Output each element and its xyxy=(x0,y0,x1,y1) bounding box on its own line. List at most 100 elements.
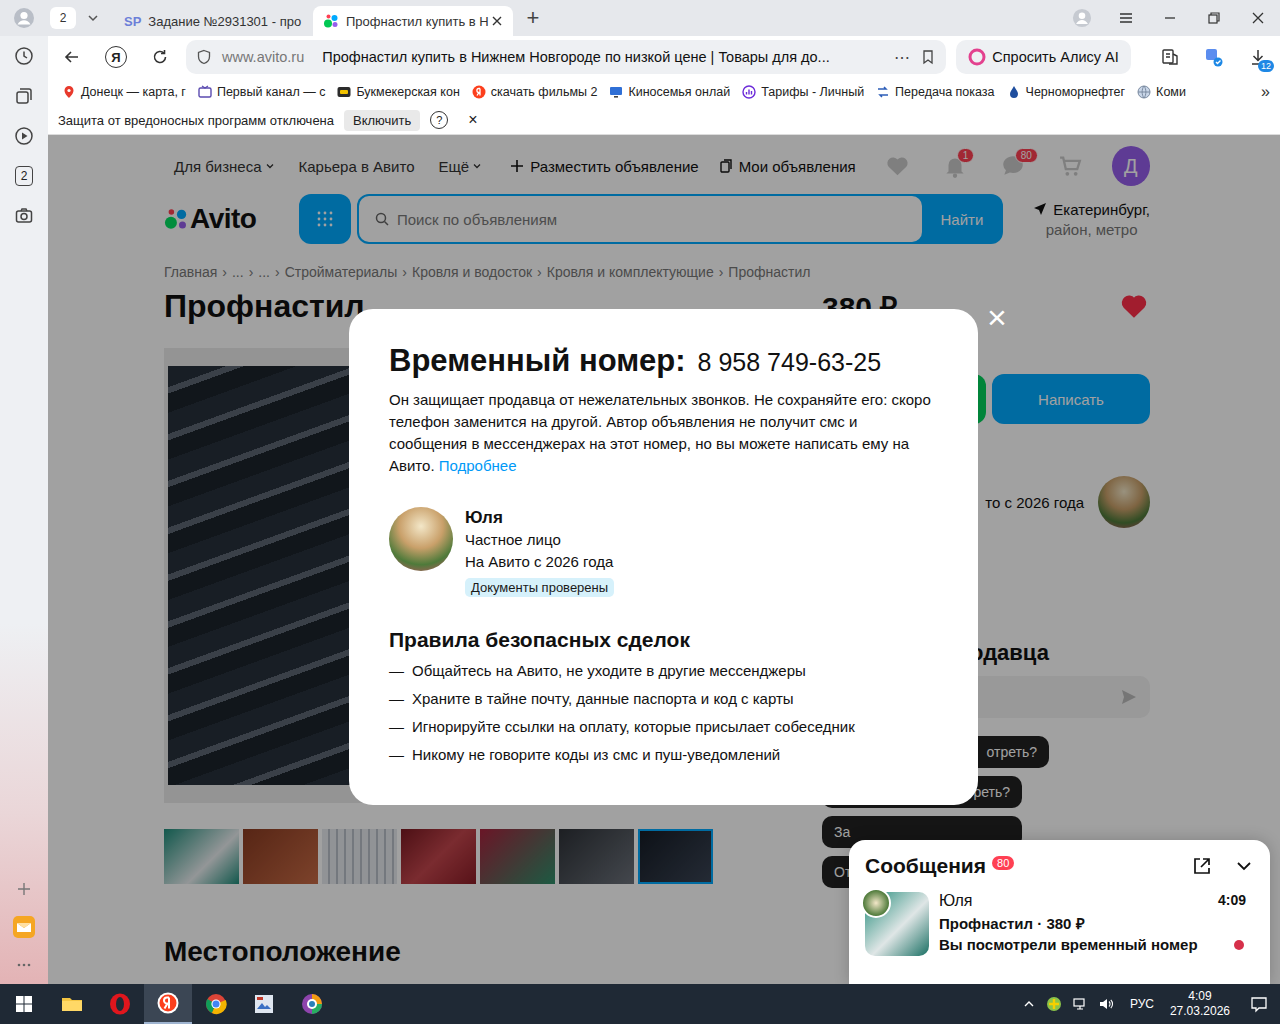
taskbar-app[interactable] xyxy=(240,984,288,1024)
bookmark-item[interactable]: Тарифы - Личный xyxy=(736,85,870,99)
bookmark-item[interactable]: Букмекерская кон xyxy=(331,85,465,99)
open-external-icon[interactable] xyxy=(1192,856,1212,876)
app-icon xyxy=(252,992,276,1016)
bookmark-item[interactable]: Первый канал — с xyxy=(192,85,332,99)
bookmark-item[interactable]: Киносемья онлай xyxy=(603,85,736,99)
close-icon[interactable] xyxy=(491,15,503,27)
tab-count[interactable]: 2 xyxy=(50,7,76,29)
reload-icon xyxy=(151,48,169,66)
notifications-icon[interactable] xyxy=(1250,995,1268,1013)
restore-icon xyxy=(1206,10,1222,26)
folder-icon xyxy=(60,992,84,1016)
collections-button[interactable] xyxy=(0,76,48,116)
more-button[interactable] xyxy=(0,946,48,984)
seller-name[interactable]: Юля xyxy=(465,507,503,529)
taskbar: РУС 4:09 27.03.2026 xyxy=(0,984,1280,1024)
back-button[interactable] xyxy=(52,40,92,74)
yandex-logo: Я xyxy=(105,46,127,68)
translate-button[interactable] xyxy=(1192,40,1236,74)
taskbar-app[interactable] xyxy=(48,984,96,1024)
info-close-button[interactable]: × xyxy=(468,111,477,129)
chrome-icon xyxy=(204,992,228,1016)
add-button[interactable] xyxy=(0,870,48,908)
message-subject: Профнастил · 380 ₽ xyxy=(939,913,1254,933)
taskbar-app[interactable] xyxy=(192,984,240,1024)
taskbar-app[interactable] xyxy=(288,984,336,1024)
message-item[interactable]: Юля 4:09 Профнастил · 380 ₽ Вы посмотрел… xyxy=(865,892,1254,956)
bookmark-item[interactable]: скачать фильмы 2 xyxy=(466,85,604,99)
browser-tab[interactable]: Профнастил купить в Н xyxy=(313,6,513,36)
clock[interactable]: 4:09 27.03.2026 xyxy=(1170,989,1230,1019)
browser-tab[interactable]: SP Задание №2931301 - про xyxy=(114,6,309,36)
restore-button[interactable] xyxy=(1192,0,1236,36)
menu-icon xyxy=(1118,10,1134,26)
bookmark-item[interactable]: Передача показа xyxy=(870,85,1000,99)
rules-title: Правила безопасных сделок xyxy=(389,627,938,653)
bookmark-item[interactable]: Коми xyxy=(1131,85,1192,99)
tab-list-button[interactable] xyxy=(76,11,110,25)
tabs-button[interactable]: 2 xyxy=(0,156,48,196)
taskbar-app[interactable] xyxy=(144,984,192,1024)
tv-icon xyxy=(198,85,212,99)
seller-avatar[interactable] xyxy=(389,507,453,571)
more-link[interactable]: Подробнее xyxy=(439,457,517,474)
tab-title: Профнастил купить в Н xyxy=(346,14,484,29)
browser-main: Я www.avito.ru Профнастил купить в Нижне… xyxy=(48,36,1280,984)
new-tab-button[interactable]: + xyxy=(517,5,549,31)
bookmarks-bar: Донецк — карта, г Первый канал — с Букме… xyxy=(48,78,1280,106)
help-button[interactable]: ? xyxy=(430,111,448,129)
enable-button[interactable]: Включить xyxy=(344,110,420,131)
video-button[interactable] xyxy=(0,116,48,156)
sender-name: Юля xyxy=(939,892,972,910)
drop-icon xyxy=(1007,85,1021,99)
reader-button[interactable] xyxy=(1148,40,1192,74)
history-button[interactable] xyxy=(0,36,48,76)
rules-list: — Общайтесь на Авито, не уходите в други… xyxy=(389,657,938,769)
seller-since: На Авито с 2026 года xyxy=(465,551,613,573)
mail-button[interactable] xyxy=(0,908,48,946)
minimize-button[interactable] xyxy=(1148,0,1192,36)
screenshot-button[interactable] xyxy=(0,196,48,236)
chevron-up-icon[interactable] xyxy=(1022,997,1036,1011)
sidebar-tab-count: 2 xyxy=(15,166,33,186)
browser-body: 2 Я www.avito.ru Профнастил купить в Ниж… xyxy=(0,36,1280,984)
address-bar[interactable]: www.avito.ru Профнастил купить в Нижнем … xyxy=(186,40,946,74)
volume-icon[interactable] xyxy=(1098,996,1114,1012)
account-button[interactable] xyxy=(1060,0,1104,36)
close-window-button[interactable] xyxy=(1236,0,1280,36)
bookmark-item[interactable]: Донецк — карта, г xyxy=(56,85,192,99)
bookmark-label: Передача показа xyxy=(895,85,994,99)
downloads-button[interactable]: 12 xyxy=(1236,40,1280,74)
collapse-icon[interactable] xyxy=(1234,856,1254,876)
reader-icon xyxy=(1160,47,1180,67)
menu-button[interactable] xyxy=(1104,0,1148,36)
alice-icon xyxy=(968,48,986,66)
alice-button[interactable]: Спросить Алису AI xyxy=(956,40,1131,74)
yandex-browser-icon xyxy=(156,991,180,1015)
yandex-button[interactable]: Я xyxy=(96,40,136,74)
taskbar-app[interactable] xyxy=(96,984,144,1024)
phone-number[interactable]: 8 958 749-63-25 xyxy=(698,348,881,377)
messages-count: 80 xyxy=(992,856,1014,870)
seller-card: Юля Частное лицо На Авито с 2026 года До… xyxy=(389,507,938,597)
bookmark-icon[interactable] xyxy=(920,49,936,65)
tab-bar: 2 SP Задание №2931301 - про Профнастил к… xyxy=(0,0,1280,36)
bookmarks-more-button[interactable]: » xyxy=(1261,83,1270,101)
page-title: Профнастил купить в Нижнем Новгороде по … xyxy=(322,49,884,65)
profile-button[interactable] xyxy=(0,7,48,29)
start-button[interactable] xyxy=(0,984,48,1024)
web-page: Для бизнеса Карьера в Авито Ещё Размести… xyxy=(48,135,1280,984)
browser-icon xyxy=(300,992,324,1016)
info-text: Защита от вредоносных программ отключена xyxy=(58,113,334,128)
rule-dash: — xyxy=(389,713,404,741)
rule-text: Никому не говорите коды из смс и пуш-уве… xyxy=(412,741,780,769)
sender-avatar xyxy=(861,888,891,918)
modal-close-button[interactable]: × xyxy=(981,299,1013,335)
tray-app-icon[interactable] xyxy=(1046,996,1062,1012)
bookmark-item[interactable]: Черноморнефтег xyxy=(1001,85,1132,99)
network-icon[interactable] xyxy=(1072,996,1088,1012)
reload-button[interactable] xyxy=(140,40,180,74)
address-more-button[interactable]: ⋯ xyxy=(894,48,910,67)
language-indicator[interactable]: РУС xyxy=(1130,997,1154,1011)
bookmark-label: Букмекерская кон xyxy=(356,85,459,99)
